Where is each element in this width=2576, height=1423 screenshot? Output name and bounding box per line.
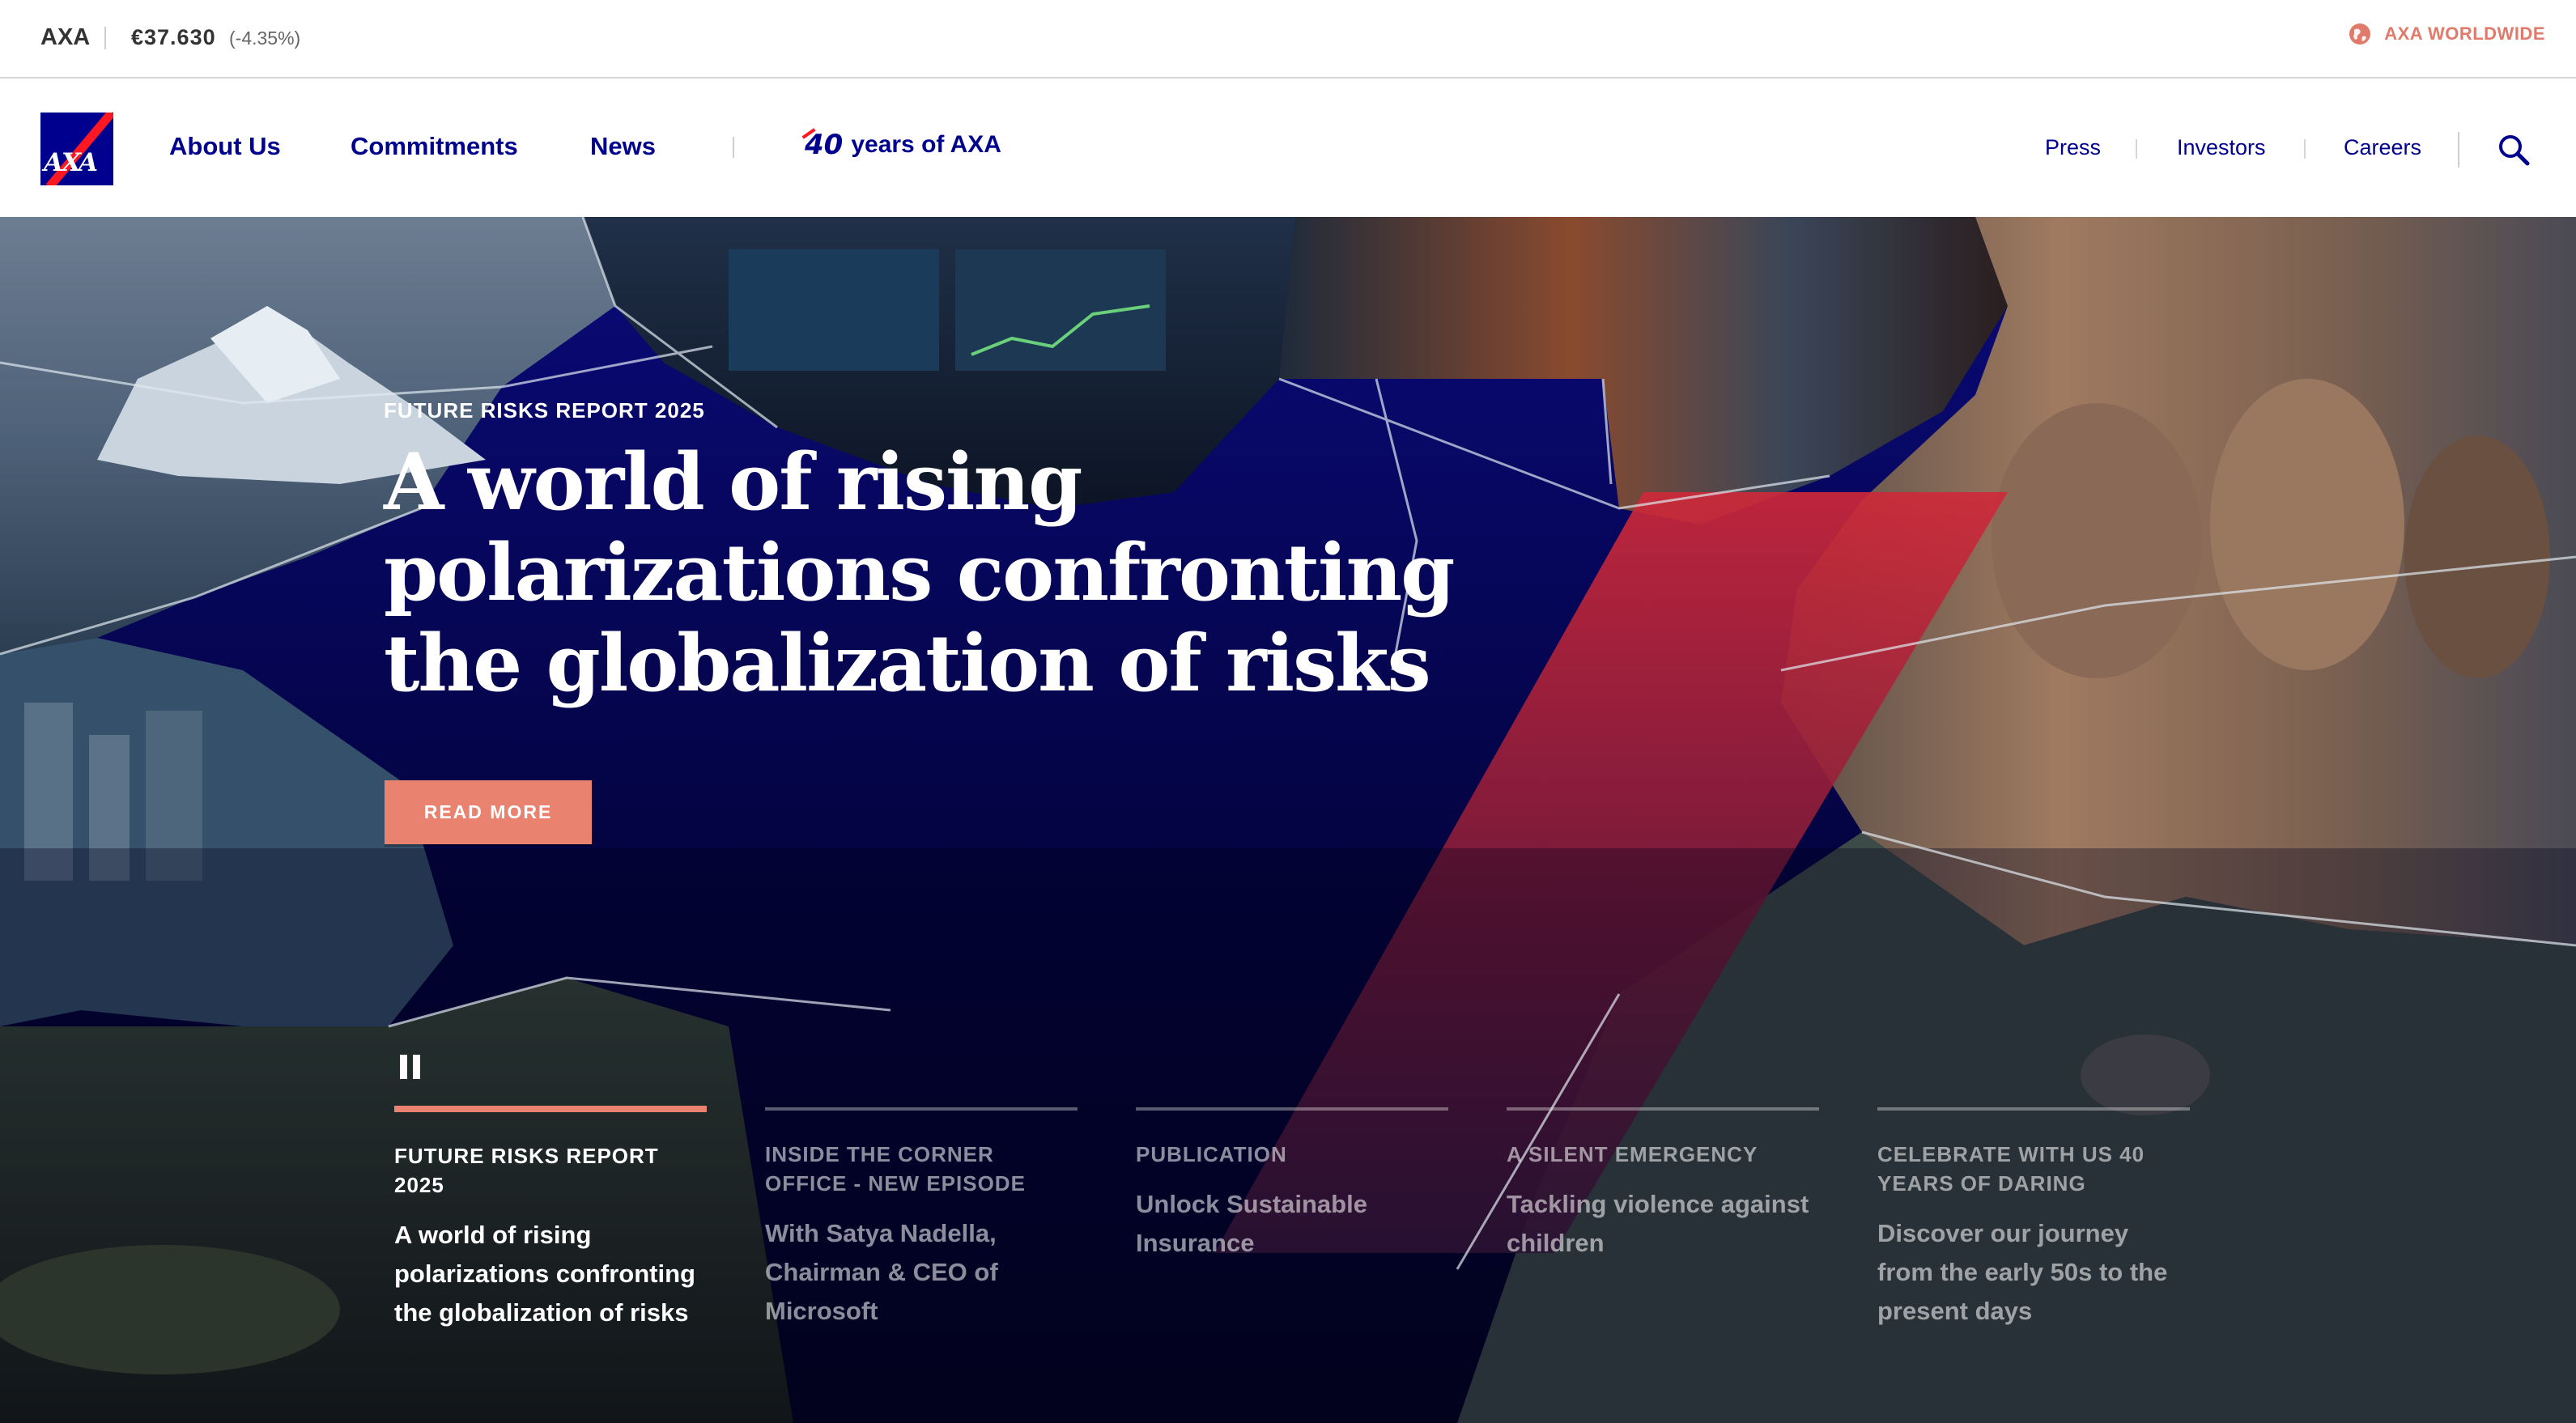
nav-item-press[interactable]: Press: [2045, 135, 2101, 160]
logo-text: AXA: [44, 148, 98, 177]
search-icon[interactable]: [2497, 134, 2530, 166]
nav-item-about-us[interactable]: About Us: [169, 132, 281, 161]
search-divider: [2458, 132, 2459, 168]
nav-divider: [733, 137, 734, 158]
pause-icon[interactable]: [400, 1055, 424, 1081]
slide-description: With Satya Nadella, Chairman & CEO of Mi…: [765, 1219, 998, 1325]
globe-icon: [2349, 23, 2371, 45]
nav-item-investors[interactable]: Investors: [2177, 135, 2266, 160]
nav-item-news[interactable]: News: [590, 132, 656, 161]
hero-headline: A world of rising polarizations confront…: [384, 436, 1455, 709]
hero-kicker: FUTURE RISKS REPORT 2025: [384, 398, 705, 423]
slide-tab[interactable]: PUBLICATION Unlock Sustainable Insurance: [1136, 1107, 1448, 1263]
axa-worldwide-link[interactable]: AXA WORLDWIDE: [2349, 23, 2545, 45]
slide-progress-bar: [394, 1106, 707, 1112]
slide-tab[interactable]: INSIDE THE CORNER OFFICE - NEW EPISODE W…: [765, 1107, 1078, 1331]
forty-years-link[interactable]: 40 years of AXA: [801, 128, 1001, 161]
axa-worldwide-label: AXA WORLDWIDE: [2384, 23, 2545, 44]
slide-description: Unlock Sustainable Insurance: [1136, 1190, 1367, 1257]
slide-category: A SILENT EMERGENCY: [1507, 1142, 1758, 1166]
slide-tab[interactable]: CELEBRATE WITH US 40 YEARS OF DARING Dis…: [1877, 1107, 2190, 1331]
nav-divider: [2304, 139, 2306, 159]
slide-category: CELEBRATE WITH US 40 YEARS OF DARING: [1877, 1142, 2145, 1196]
slide-progress-bar: [1136, 1107, 1448, 1111]
stock-ticker-bar: AXA €37.630 (-4.35%) AXA WORLDWIDE: [0, 0, 2576, 79]
slide-description: Discover our journey from the early 50s …: [1877, 1219, 2168, 1325]
slide-category: PUBLICATION: [1136, 1142, 1287, 1166]
slide-category: INSIDE THE CORNER OFFICE - NEW EPISODE: [765, 1142, 1026, 1196]
axa-logo[interactable]: AXA: [40, 113, 113, 185]
forty-years-label: years of AXA: [851, 131, 1001, 158]
slide-description: Tackling violence against children: [1507, 1190, 1809, 1257]
hero-slide-selector: FUTURE RISKS REPORT 2025 A world of risi…: [394, 1106, 2193, 1374]
slide-progress-bar: [765, 1107, 1078, 1111]
nav-item-careers[interactable]: Careers: [2344, 135, 2421, 160]
nav-divider: [2136, 139, 2137, 159]
main-navigation: AXA About Us Commitments News 40 years o…: [0, 79, 2576, 217]
slide-category: FUTURE RISKS REPORT 2025: [394, 1144, 659, 1197]
slide-tab[interactable]: A SILENT EMERGENCY Tackling violence aga…: [1507, 1107, 1819, 1263]
read-more-button[interactable]: READ MORE: [385, 780, 592, 844]
forty-years-logo-icon: 40: [801, 128, 843, 161]
hero-banner: FUTURE RISKS REPORT 2025 A world of risi…: [0, 217, 2576, 1423]
slide-tab[interactable]: FUTURE RISKS REPORT 2025 A world of risi…: [394, 1106, 707, 1332]
slide-progress-bar: [1877, 1107, 2190, 1111]
slide-progress-bar: [1507, 1107, 1819, 1111]
nav-item-commitments[interactable]: Commitments: [351, 132, 518, 161]
ticker-change: (-4.35%): [229, 28, 301, 49]
ticker-company: AXA: [40, 24, 91, 50]
ticker-price: €37.630: [131, 25, 216, 49]
slide-description: A world of rising polarizations confront…: [394, 1221, 695, 1327]
ticker-divider: [104, 27, 106, 49]
